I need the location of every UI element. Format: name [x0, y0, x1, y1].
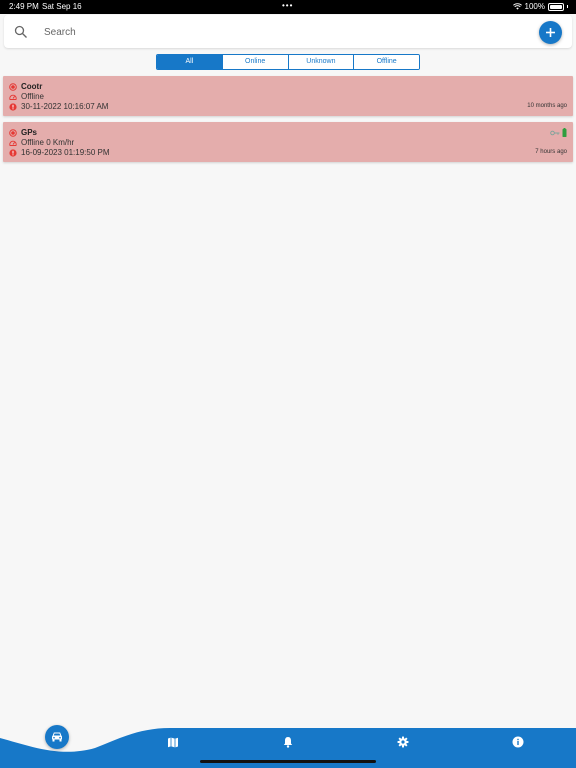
- status-bar: 2:49 PM Sat Sep 16 ••• 100%: [0, 0, 576, 14]
- alert-icon: [9, 102, 17, 111]
- gear-icon: [397, 736, 409, 748]
- device-timestamp: 16-09-2023 01:19:50 PM: [21, 148, 110, 157]
- multitasking-dots-icon[interactable]: •••: [282, 1, 293, 10]
- search-input[interactable]: [42, 21, 466, 43]
- device-name: GPs: [21, 128, 38, 137]
- battery-percent: 100%: [524, 2, 545, 11]
- wifi-icon: [512, 3, 522, 10]
- alert-icon: [9, 148, 17, 157]
- speedometer-icon: [9, 140, 17, 146]
- status-date: Sat Sep 16: [42, 2, 82, 11]
- device-timestamp: 30-11-2022 10:16:07 AM: [21, 102, 109, 111]
- device-status: Offline 0 Km/hr: [21, 138, 75, 147]
- last-update-ago: 10 months ago: [527, 103, 567, 109]
- home-indicator[interactable]: [200, 760, 376, 763]
- plus-icon: [546, 28, 555, 37]
- nav-settings-button[interactable]: [391, 730, 415, 754]
- battery-icon: [548, 2, 564, 11]
- nav-vehicles-button[interactable]: [45, 725, 69, 749]
- car-icon: [52, 732, 62, 742]
- status-filter: All Online Unknown Offline: [156, 54, 420, 70]
- last-update-ago: 7 hours ago: [535, 149, 567, 155]
- map-icon: [168, 737, 178, 748]
- record-icon: [9, 128, 17, 137]
- key-icon: [550, 130, 560, 135]
- device-card[interactable]: Cootr Offline 30-11-2022 10:16:07 AM 10 …: [3, 76, 573, 116]
- tab-unknown[interactable]: Unknown: [287, 55, 354, 69]
- device-status: Offline: [21, 92, 44, 101]
- nav-alerts-button[interactable]: [276, 730, 300, 754]
- battery-charge-icon: [562, 128, 567, 137]
- status-time: 2:49 PM: [9, 2, 39, 11]
- nav-info-button[interactable]: [506, 730, 530, 754]
- device-name: Cootr: [21, 82, 43, 91]
- record-icon: [9, 82, 17, 91]
- search-icon: [14, 25, 27, 38]
- search-bar: [4, 15, 572, 48]
- tab-offline[interactable]: Offline: [353, 55, 419, 69]
- nav-map-button[interactable]: [161, 730, 185, 754]
- device-card[interactable]: GPs Offline 0 Km/hr 16-09-2023 01:19:50 …: [3, 122, 573, 162]
- add-device-button[interactable]: [539, 21, 562, 44]
- speedometer-icon: [9, 94, 17, 100]
- bell-icon: [283, 737, 293, 748]
- tab-online[interactable]: Online: [221, 55, 288, 69]
- info-icon: [512, 736, 524, 748]
- device-badges: [550, 128, 567, 137]
- tab-all[interactable]: All: [157, 55, 222, 69]
